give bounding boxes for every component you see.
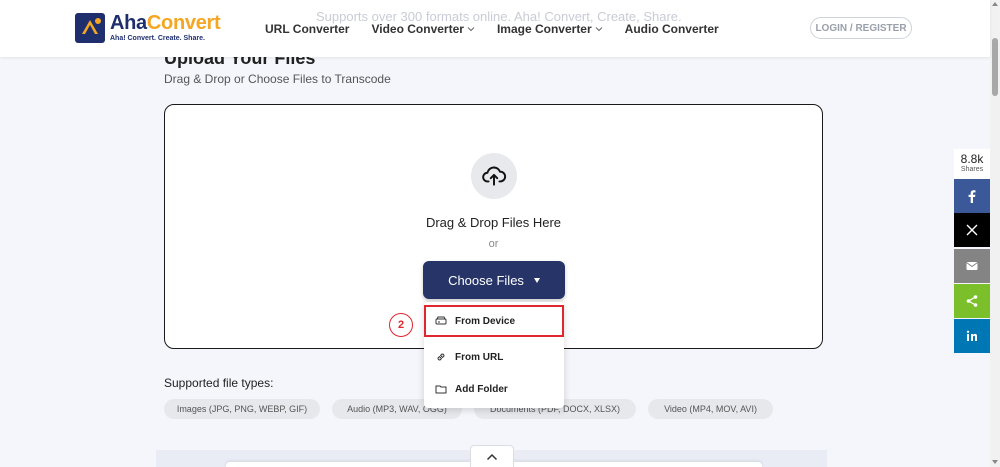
logo-mark-icon bbox=[75, 13, 105, 43]
logo-slogan: Aha! Convert. Create. Share. bbox=[110, 35, 205, 42]
supported-types-label: Supported file types: bbox=[164, 376, 274, 390]
chevron-up-icon bbox=[486, 453, 498, 460]
share-x-button[interactable] bbox=[954, 213, 990, 247]
menu-item-from-url[interactable]: From URL bbox=[424, 341, 564, 373]
nav-url-converter[interactable]: URL Converter bbox=[265, 22, 349, 36]
nav-video-converter[interactable]: Video Converter bbox=[371, 22, 475, 36]
collapse-toggle[interactable] bbox=[470, 445, 514, 467]
share-count: 8.8k Shares bbox=[954, 149, 990, 179]
share-count-number: 8.8k bbox=[960, 152, 984, 166]
logo[interactable]: AhaConvert Aha! Convert. Create. Share. bbox=[74, 12, 221, 44]
share-facebook-button[interactable] bbox=[954, 179, 990, 213]
chevron-down-icon bbox=[595, 27, 603, 32]
share-linkedin-button[interactable] bbox=[954, 319, 990, 353]
menu-item-from-device[interactable]: From Device bbox=[424, 305, 564, 337]
folder-icon bbox=[435, 385, 447, 394]
cloud-upload-icon bbox=[482, 166, 507, 186]
page-scrollbar[interactable] bbox=[990, 0, 1000, 467]
main-nav: URL Converter Video Converter Image Conv… bbox=[265, 22, 719, 36]
share-email-button[interactable] bbox=[954, 249, 990, 283]
choose-files-button[interactable]: Choose Files bbox=[423, 261, 565, 299]
link-icon bbox=[437, 353, 445, 361]
menu-item-add-folder[interactable]: Add Folder bbox=[424, 373, 564, 405]
drop-text: Drag & Drop Files Here bbox=[425, 215, 562, 230]
choose-files-dropdown: From Device From URL Add Folder bbox=[424, 302, 564, 408]
chip-images: Images (JPG, PNG, WEBP, GIF) bbox=[164, 399, 320, 419]
site-header: Supports over 300 formats online. Aha! C… bbox=[0, 0, 990, 57]
nav-image-converter[interactable]: Image Converter bbox=[497, 22, 603, 36]
email-icon bbox=[966, 262, 978, 270]
share-count-label: Shares bbox=[960, 166, 984, 173]
login-register-button[interactable]: LOGIN / REGISTER bbox=[810, 17, 912, 39]
or-text: or bbox=[488, 238, 499, 250]
upload-subtitle: Drag & Drop or Choose Files to Transcode bbox=[164, 72, 391, 86]
scroll-thumb[interactable] bbox=[992, 38, 998, 96]
share-generic-button[interactable] bbox=[954, 284, 990, 318]
chevron-down-icon bbox=[467, 27, 475, 32]
logo-name: AhaConvert bbox=[110, 12, 221, 34]
chip-video: Video (MP4, MOV, AVI) bbox=[648, 399, 773, 419]
caret-down-icon bbox=[533, 277, 540, 283]
drive-icon bbox=[435, 316, 447, 325]
upload-icon-circle bbox=[471, 153, 517, 199]
share-icon bbox=[966, 295, 978, 307]
x-icon bbox=[966, 224, 978, 236]
nav-audio-converter[interactable]: Audio Converter bbox=[625, 22, 719, 36]
scroll-down-icon[interactable] bbox=[992, 460, 998, 464]
scroll-up-icon[interactable] bbox=[992, 2, 998, 6]
step-badge: 2 bbox=[389, 313, 413, 337]
choose-files-label: Choose Files bbox=[448, 272, 524, 288]
facebook-icon bbox=[968, 190, 976, 203]
linkedin-icon bbox=[966, 330, 977, 341]
